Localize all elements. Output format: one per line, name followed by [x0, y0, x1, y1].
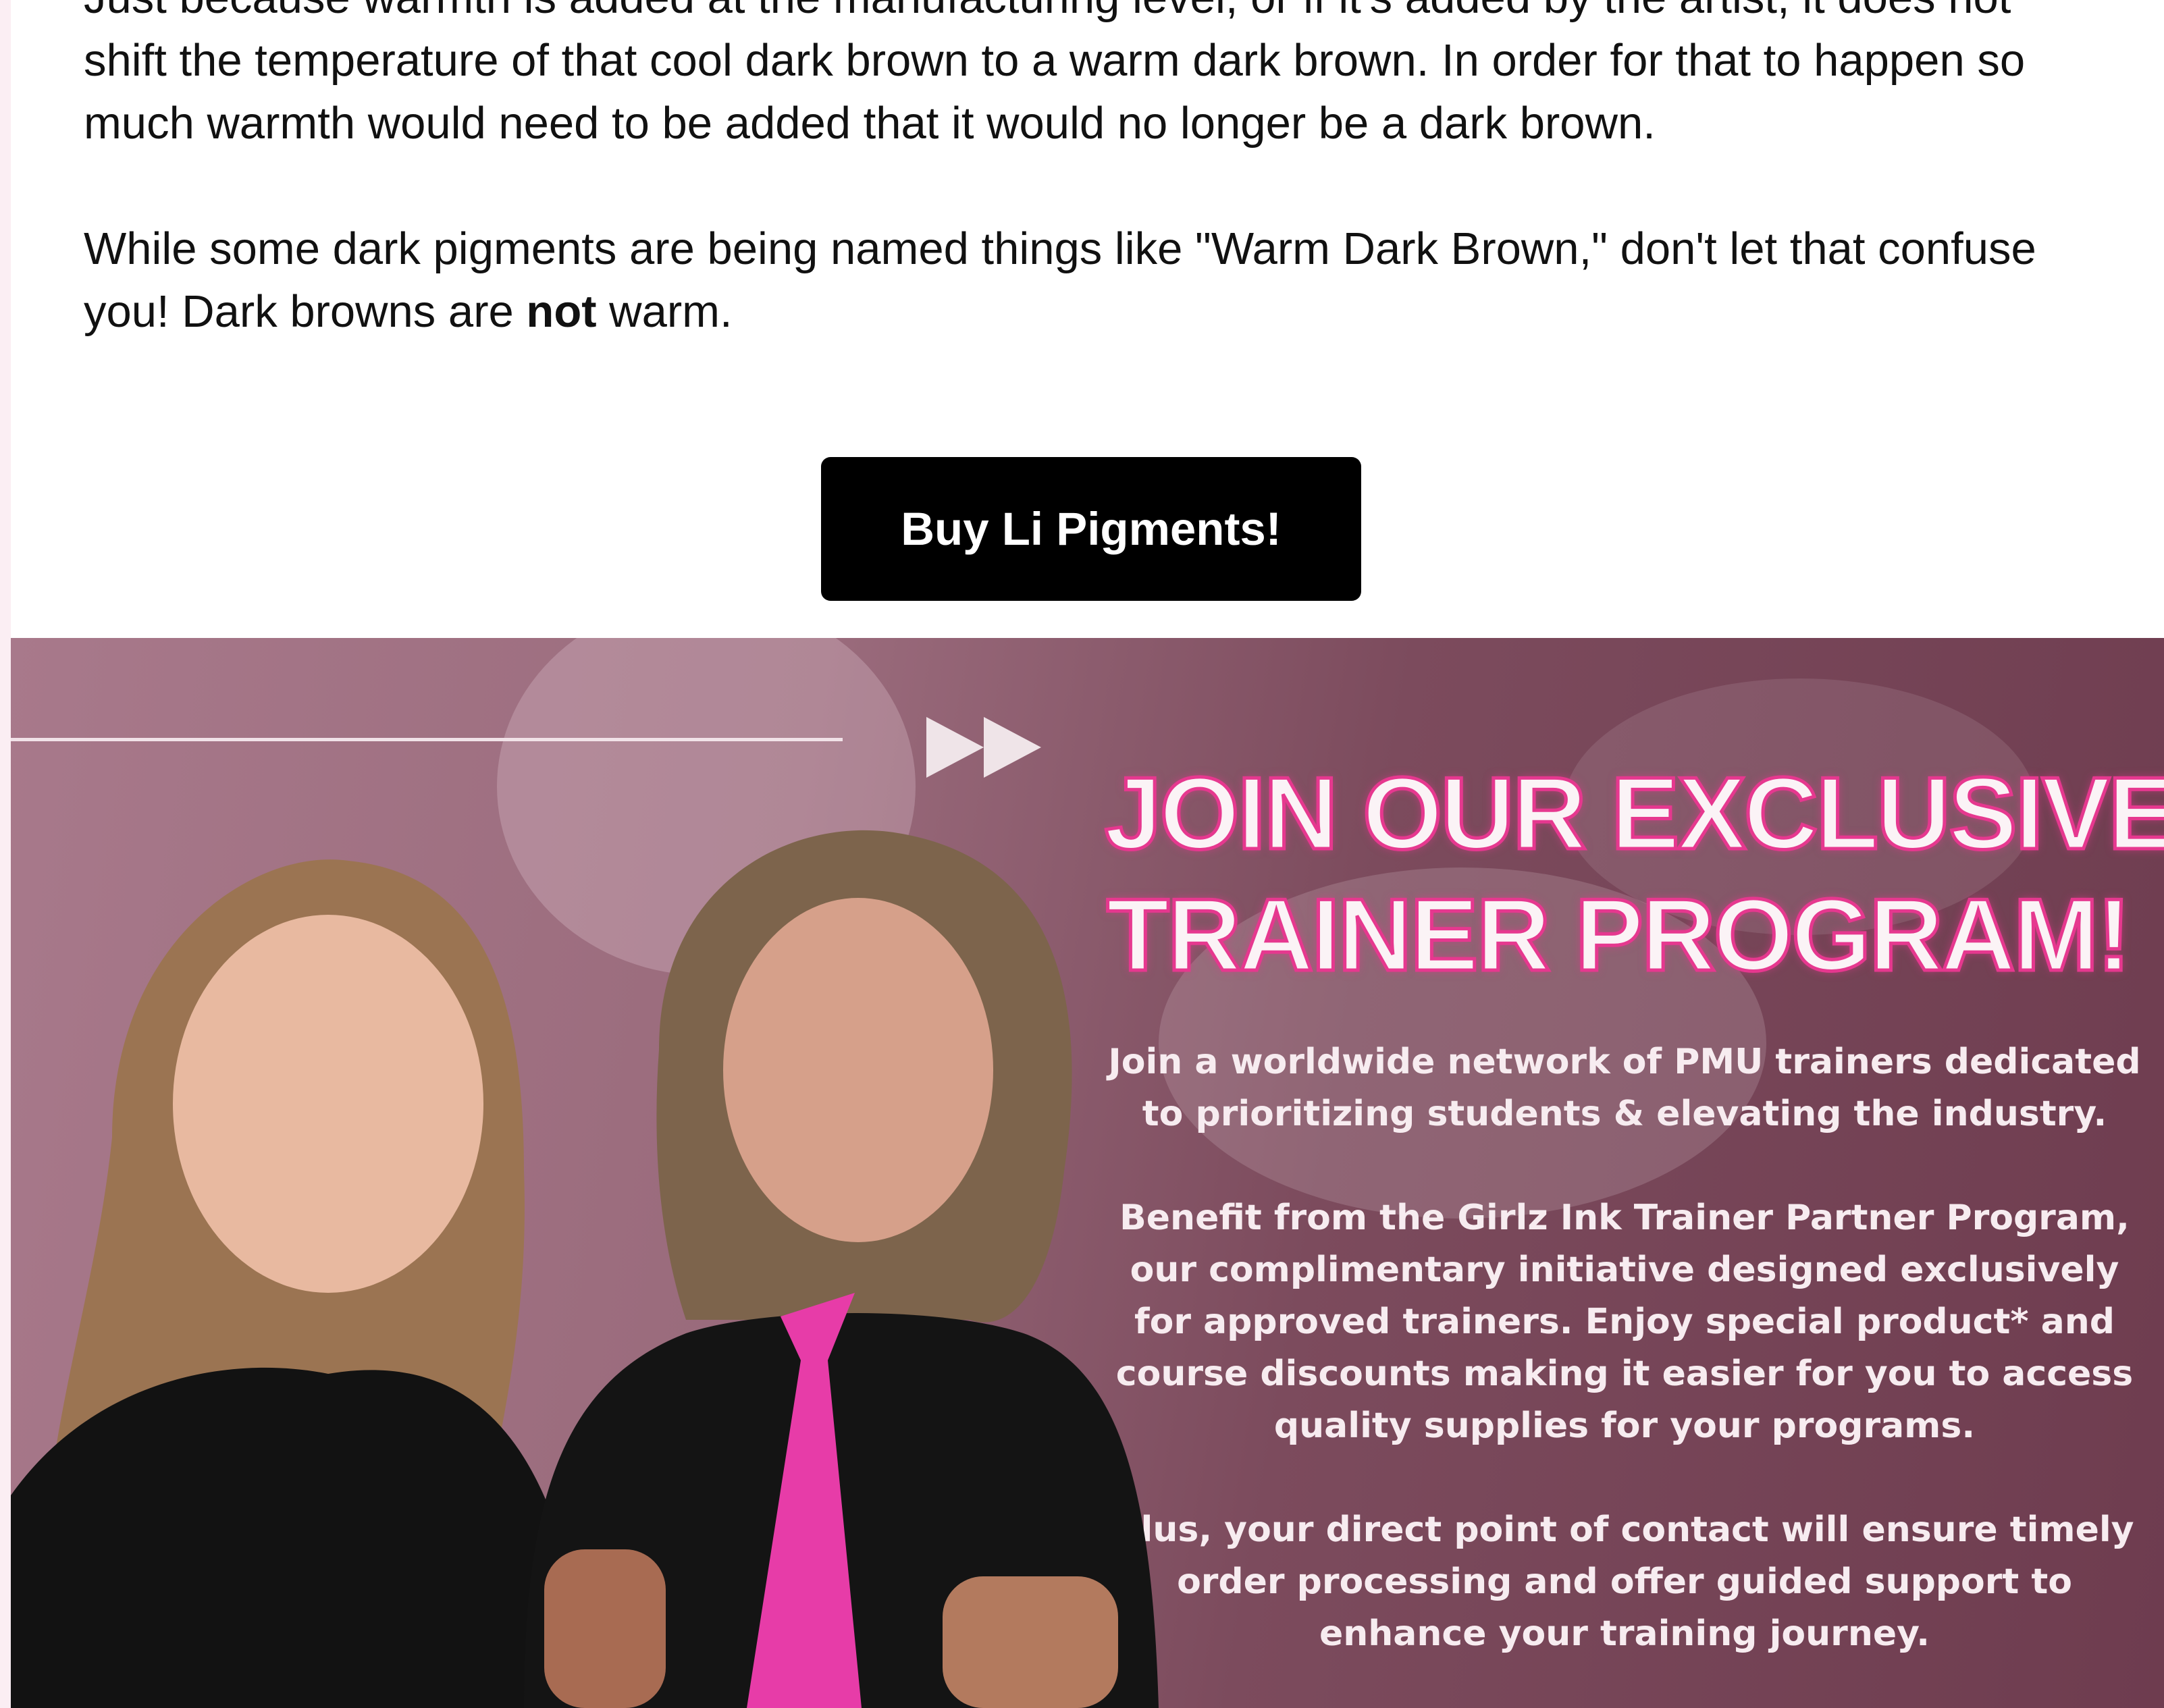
tattooed-arm	[943, 1576, 1118, 1708]
fast-forward-icon	[926, 717, 1041, 778]
banner-desc-1: Join a worldwide network of PMU trainers…	[1108, 1042, 2141, 1134]
paragraph-2-text: While some dark pigments are being named…	[84, 223, 2036, 337]
article-paragraph-1: Just because warmth is added at the manu…	[84, 0, 2026, 149]
headline-line-1: JOIN OUR EXCLUSIVE	[1103, 755, 2164, 873]
banner-headline: JOIN OUR EXCLUSIVE TRAINER PROGRAM!	[1103, 753, 2164, 996]
divider-line	[11, 738, 843, 741]
buy-li-pigments-button[interactable]: Buy Li Pigments!	[821, 457, 1361, 601]
article-paragraph-2: While some dark pigments are being named…	[84, 217, 2103, 343]
left-trainer-top	[11, 1367, 591, 1708]
article-text: Just because warmth is added at the manu…	[84, 0, 2103, 343]
right-trainer-face	[723, 898, 993, 1242]
trainer-program-banner[interactable]: JOIN OUR EXCLUSIVE TRAINER PROGRAM! Join…	[11, 638, 2164, 1708]
paragraph-2-emphasis: not	[526, 286, 597, 337]
trainers-photo	[11, 830, 1159, 1708]
email-body: Just because warmth is added at the manu…	[11, 0, 2164, 1708]
paragraph-2-text-end: warm.	[596, 286, 733, 337]
tattooed-arm	[544, 1549, 666, 1708]
left-trainer-face	[173, 915, 483, 1293]
banner-description: Join a worldwide network of PMU trainers…	[1105, 1036, 2144, 1660]
banner-desc-2: Benefit from the Girlz Ink Trainer Partn…	[1115, 1198, 2134, 1446]
headline-line-2: TRAINER PROGRAM!	[1105, 876, 2132, 994]
banner-desc-3: Plus, your direct point of contact will …	[1115, 1510, 2134, 1654]
